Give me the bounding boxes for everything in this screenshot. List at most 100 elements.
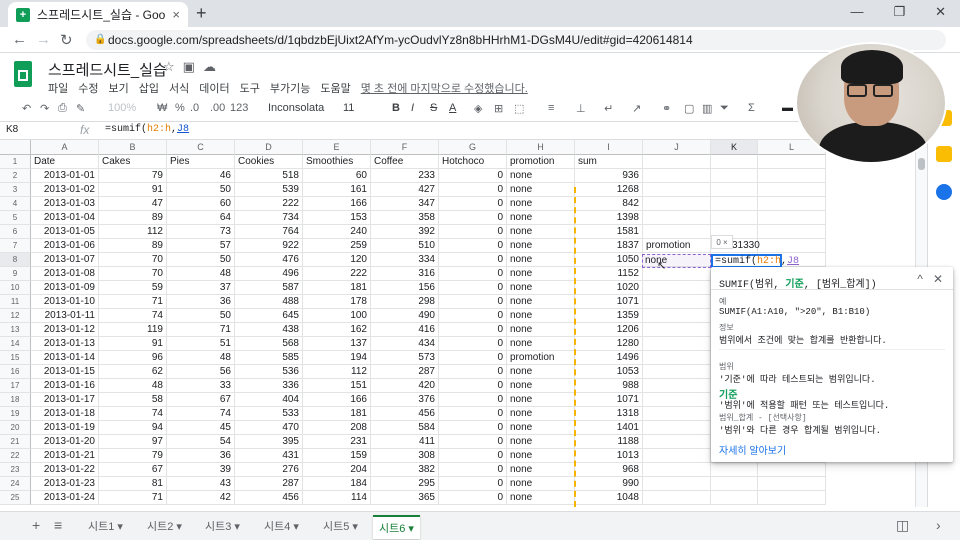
menu-view[interactable]: 보기 bbox=[109, 80, 129, 96]
table-cell[interactable]: 56 bbox=[167, 365, 235, 379]
result-preview-chip[interactable]: 0 × bbox=[711, 235, 733, 249]
row-header[interactable]: 15 bbox=[0, 351, 31, 365]
table-cell[interactable]: 58 bbox=[99, 393, 167, 407]
column-header-a[interactable]: A bbox=[31, 140, 99, 155]
table-cell[interactable]: 2013-01-13 bbox=[31, 337, 99, 351]
row-header[interactable]: 19 bbox=[0, 407, 31, 421]
table-cell[interactable]: 1268 bbox=[575, 183, 643, 197]
table-cell[interactable]: 334 bbox=[371, 253, 439, 267]
table-cell[interactable]: none bbox=[507, 477, 575, 491]
table-cell[interactable]: 365 bbox=[371, 491, 439, 505]
empty-cell[interactable] bbox=[758, 239, 826, 253]
keep-notes-icon[interactable] bbox=[936, 146, 952, 162]
column-header-g[interactable]: G bbox=[439, 140, 507, 155]
empty-cell[interactable] bbox=[643, 421, 711, 435]
header-cell[interactable]: Cakes bbox=[99, 155, 167, 169]
table-cell[interactable]: 79 bbox=[99, 449, 167, 463]
sheet-tab-1[interactable]: 시트1 ▾ bbox=[82, 515, 129, 539]
row-header[interactable]: 1 bbox=[0, 155, 31, 169]
table-cell[interactable]: 518 bbox=[235, 169, 303, 183]
table-cell[interactable]: 39 bbox=[167, 463, 235, 477]
dropdown-caret-icon[interactable]: ▾ bbox=[405, 523, 414, 535]
table-cell[interactable]: 2013-01-23 bbox=[31, 477, 99, 491]
table-cell[interactable]: 1280 bbox=[575, 337, 643, 351]
table-cell[interactable]: 89 bbox=[99, 211, 167, 225]
borders-icon[interactable]: ⊞ bbox=[494, 102, 503, 115]
maximize-button[interactable]: ❐ bbox=[893, 4, 905, 20]
table-cell[interactable]: 488 bbox=[235, 295, 303, 309]
table-cell[interactable]: 2013-01-05 bbox=[31, 225, 99, 239]
table-cell[interactable]: 151 bbox=[303, 379, 371, 393]
sheet-tab-2[interactable]: 시트2 ▾ bbox=[141, 515, 188, 539]
table-cell[interactable]: 57 bbox=[167, 239, 235, 253]
table-cell[interactable]: 376 bbox=[371, 393, 439, 407]
table-cell[interactable]: none bbox=[507, 225, 575, 239]
table-cell[interactable]: 0 bbox=[439, 435, 507, 449]
dropdown-caret-icon[interactable]: ▾ bbox=[231, 521, 240, 533]
table-cell[interactable]: 1188 bbox=[575, 435, 643, 449]
url-field[interactable]: 🔒 docs.google.com/spreadsheets/d/1qbdzbE… bbox=[86, 30, 946, 50]
table-cell[interactable]: none bbox=[507, 239, 575, 253]
table-cell[interactable]: none bbox=[507, 435, 575, 449]
header-cell[interactable]: Hotchoco bbox=[439, 155, 507, 169]
table-cell[interactable]: 395 bbox=[235, 435, 303, 449]
table-cell[interactable]: 50 bbox=[167, 253, 235, 267]
select-all-corner[interactable] bbox=[0, 140, 31, 155]
table-cell[interactable]: none bbox=[507, 379, 575, 393]
table-cell[interactable]: 48 bbox=[99, 379, 167, 393]
empty-cell[interactable] bbox=[758, 155, 826, 169]
table-cell[interactable]: 1318 bbox=[575, 407, 643, 421]
table-cell[interactable]: 89 bbox=[99, 239, 167, 253]
table-cell[interactable]: 74 bbox=[99, 407, 167, 421]
table-cell[interactable]: 178 bbox=[303, 295, 371, 309]
vertical-align-icon[interactable]: ⊥ bbox=[576, 102, 586, 115]
table-cell[interactable]: 336 bbox=[235, 379, 303, 393]
table-cell[interactable]: 416 bbox=[371, 323, 439, 337]
table-cell[interactable]: 536 bbox=[235, 365, 303, 379]
back-arrow-icon[interactable]: ← bbox=[12, 31, 27, 48]
percent-button[interactable]: % bbox=[175, 102, 185, 114]
empty-cell[interactable] bbox=[643, 155, 711, 169]
document-title[interactable]: 스프레드시트_실습 bbox=[48, 59, 167, 80]
row-header[interactable]: 6 bbox=[0, 225, 31, 239]
empty-cell[interactable] bbox=[758, 491, 826, 505]
header-cell[interactable]: promotion bbox=[507, 155, 575, 169]
empty-cell[interactable] bbox=[711, 491, 758, 505]
table-cell[interactable]: 50 bbox=[167, 183, 235, 197]
table-cell[interactable]: 73 bbox=[167, 225, 235, 239]
all-sheets-icon[interactable]: ≡ bbox=[54, 517, 62, 533]
empty-cell[interactable] bbox=[643, 281, 711, 295]
table-cell[interactable]: 51 bbox=[167, 337, 235, 351]
table-cell[interactable]: 573 bbox=[371, 351, 439, 365]
table-cell[interactable]: 2013-01-08 bbox=[31, 267, 99, 281]
row-header[interactable]: 20 bbox=[0, 421, 31, 435]
row-header[interactable]: 3 bbox=[0, 183, 31, 197]
table-cell[interactable]: 2013-01-12 bbox=[31, 323, 99, 337]
empty-cell[interactable] bbox=[711, 183, 758, 197]
row-header[interactable]: 13 bbox=[0, 323, 31, 337]
empty-cell[interactable] bbox=[711, 211, 758, 225]
table-cell[interactable]: 43 bbox=[167, 477, 235, 491]
table-cell[interactable]: 1071 bbox=[575, 295, 643, 309]
row-header[interactable]: 25 bbox=[0, 491, 31, 505]
table-cell[interactable]: 181 bbox=[303, 407, 371, 421]
column-header-i[interactable]: I bbox=[575, 140, 643, 155]
table-cell[interactable]: 470 bbox=[235, 421, 303, 435]
empty-cell[interactable] bbox=[758, 463, 826, 477]
row-header[interactable]: 16 bbox=[0, 365, 31, 379]
row-header[interactable]: 4 bbox=[0, 197, 31, 211]
table-cell[interactable]: 2013-01-24 bbox=[31, 491, 99, 505]
font-select[interactable]: Inconsolata bbox=[268, 102, 324, 114]
input-tools-icon[interactable]: ▬ bbox=[782, 102, 793, 114]
table-cell[interactable]: 645 bbox=[235, 309, 303, 323]
row-header[interactable]: 17 bbox=[0, 379, 31, 393]
table-cell[interactable]: 204 bbox=[303, 463, 371, 477]
table-cell[interactable]: 2013-01-11 bbox=[31, 309, 99, 323]
table-cell[interactable]: 287 bbox=[371, 365, 439, 379]
table-cell[interactable]: 0 bbox=[439, 421, 507, 435]
table-cell[interactable]: 456 bbox=[235, 491, 303, 505]
row-header[interactable]: 14 bbox=[0, 337, 31, 351]
table-cell[interactable]: 1050 bbox=[575, 253, 643, 267]
row-header[interactable]: 24 bbox=[0, 477, 31, 491]
table-cell[interactable]: 1359 bbox=[575, 309, 643, 323]
